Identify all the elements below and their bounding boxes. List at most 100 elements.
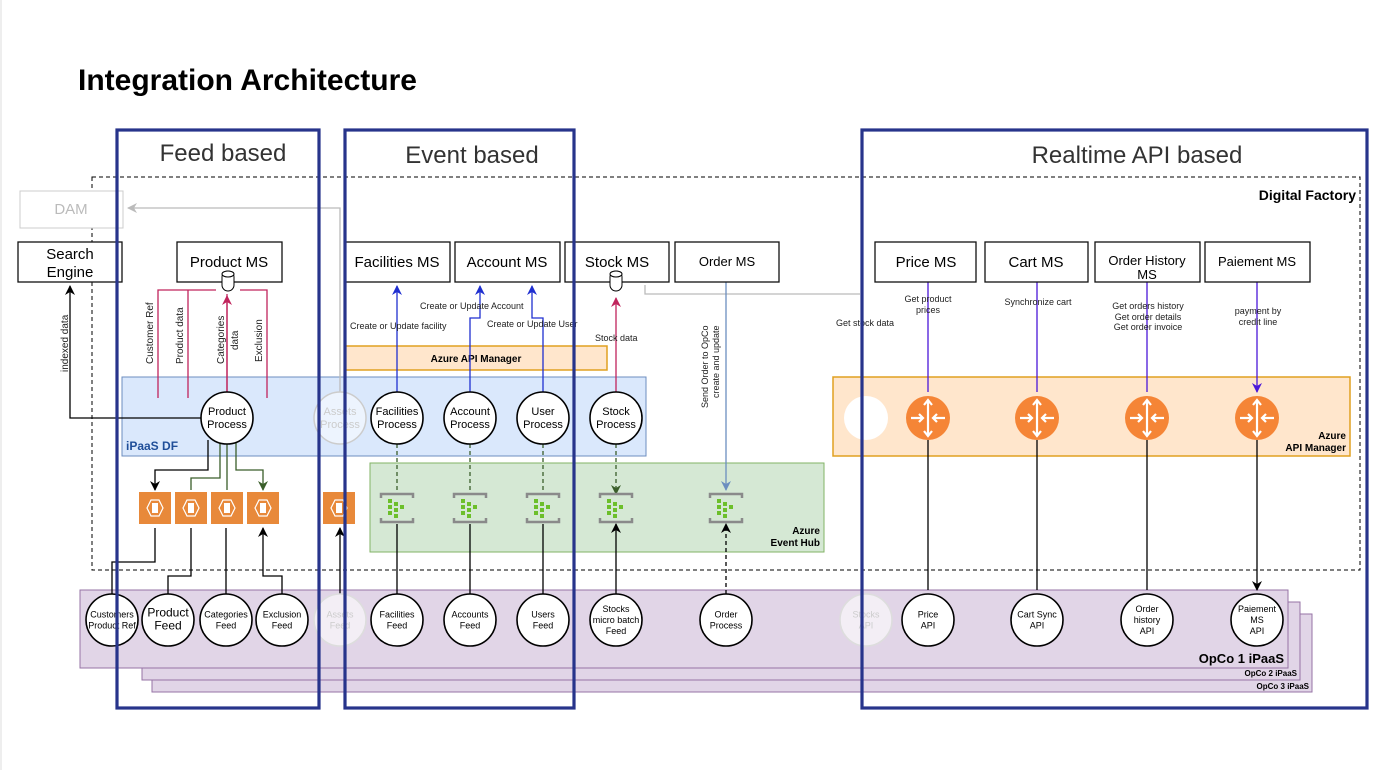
realtime-api-label: Realtime API based [1032,142,1243,169]
page-title: Integration Architecture [78,64,417,97]
account-process-label-2: Process [450,419,490,431]
order-history-label-3: Get order invoice [1114,322,1183,332]
search-engine-label-2: Engine [47,264,94,281]
node-label: Categories [204,610,248,620]
node-label: Feed [387,621,408,631]
order-history-api-node[interactable]: OrderhistoryAPI [1120,593,1174,647]
paiement-api-node[interactable]: PaiementMSAPI [1230,593,1284,647]
node-label: history [1134,615,1161,625]
ipaas-df-label: iPaaS DF [126,439,178,453]
product-ms-label: Product MS [190,254,268,271]
opco3-label: OpCo 3 iPaaS [1257,682,1310,691]
search-engine-label-1: Search [46,246,94,263]
integration-architecture-diagram: Integration Architecture Digital Factory… [0,0,1384,770]
node-label: Product Ref [88,621,136,631]
router-icon[interactable] [1125,396,1169,440]
order-label-2: create and update [711,325,721,398]
node-label: Exclusion [263,610,302,620]
stock-process-label-2: Process [596,419,636,431]
event-hub-label-1: Azure [792,526,820,537]
digital-factory-label: Digital Factory [1259,187,1356,203]
accounts-node[interactable]: AccountsFeed [443,593,497,647]
node-label: Stocks [852,610,880,620]
node-label: Feed [330,621,351,631]
node-label: Product [147,606,189,620]
facilities-process-node[interactable] [370,391,424,445]
price-label-1: Get product [904,294,952,304]
order-history-ms-label-1: Order History [1108,253,1186,268]
api-manager-label-2: API Manager [1285,443,1346,454]
facilities-ms-label: Facilities MS [354,254,439,271]
order-node[interactable]: OrderProcess [699,593,753,647]
facilities-process-label-2: Process [377,419,417,431]
node-label: Accounts [451,610,489,620]
user-process-node[interactable] [516,391,570,445]
blob-storage-icon [175,492,207,524]
assets-process-label-1: Assets [323,406,357,418]
users-node[interactable]: UsersFeed [516,593,570,647]
account-label: Create or Update Account [420,301,524,311]
facility-label: Create or Update facility [350,321,447,331]
user-process-label-2: Process [523,419,563,431]
cart-label: Synchronize cart [1004,297,1072,307]
stocks-api-node[interactable]: StocksAPI [839,593,893,647]
node-label: Feed [216,621,237,631]
exclusion-node[interactable]: ExclusionFeed [255,593,309,647]
opco1-label: OpCo 1 iPaaS [1199,651,1285,666]
assets-node[interactable]: AssetsFeed [313,593,367,647]
node-label: Price [918,610,939,620]
product-node[interactable]: ProductFeed [141,593,195,647]
categories-node[interactable]: CategoriesFeed [199,593,253,647]
router-icon[interactable] [906,396,950,440]
opco2-label: OpCo 2 iPaaS [1245,669,1298,678]
user-process-label-1: User [531,406,555,418]
account-process-node[interactable] [443,391,497,445]
router-icon[interactable] [1015,396,1059,440]
blob-storage-icon [139,492,171,524]
feed-based-label: Feed based [160,140,287,167]
payment-label-1: payment by [1235,306,1282,316]
facilities-node[interactable]: FacilitiesFeed [370,593,424,647]
node-label: Feed [154,619,181,633]
order-label-1: Send Order to OpCo [700,325,710,408]
blob-storage-icon [323,492,355,524]
node-label: Feed [533,621,554,631]
facilities-process-label-1: Facilities [376,406,419,418]
node-label: Customers [90,610,134,620]
assets-process-label-2: Process [320,419,360,431]
order-history-label-2: Get order details [1115,312,1182,322]
product-process-label-2: Process [207,419,247,431]
product-process-label-1: Product [208,406,246,418]
product-process-node[interactable] [200,391,254,445]
payment-label-2: credit line [1239,317,1278,327]
customers-node[interactable]: CustomersProduct Ref [85,593,139,647]
node-label: Stocks [602,604,630,614]
price-ms-label: Price MS [896,254,957,271]
node-label: Users [531,610,555,620]
order-ms-label: Order MS [699,254,756,269]
azure-api-manager-bar-label: Azure API Manager [431,354,522,365]
node-label: Paiement [1238,604,1277,614]
customer-ref-label: Customer Ref [145,302,156,364]
node-label: API [1030,621,1045,631]
node-label: API [1140,626,1155,636]
event-hub-label-2: Event Hub [771,538,820,549]
stock-process-node[interactable] [589,391,643,445]
api-manager-label-1: Azure [1318,431,1346,442]
categories-data-label: data [230,330,241,350]
node-label: Feed [460,621,481,631]
dam-label: DAM [54,201,87,218]
cart-ms-label: Cart MS [1008,254,1063,271]
stocks-node[interactable]: Stocksmicro batchFeed [589,593,643,647]
node-label: Assets [326,610,354,620]
order-history-label-1: Get orders history [1112,301,1184,311]
node-label: MS [1250,615,1264,625]
event-based-label: Event based [405,142,538,169]
price-api-node[interactable]: PriceAPI [901,593,955,647]
stocks-api-gateway-node[interactable] [844,396,888,440]
cart-api-node[interactable]: Cart SyncAPI [1010,593,1064,647]
assets-process-node[interactable] [313,391,367,445]
router-icon[interactable] [1235,396,1279,440]
paiement-ms-label: Paiement MS [1218,254,1296,269]
database-icon [609,270,623,292]
